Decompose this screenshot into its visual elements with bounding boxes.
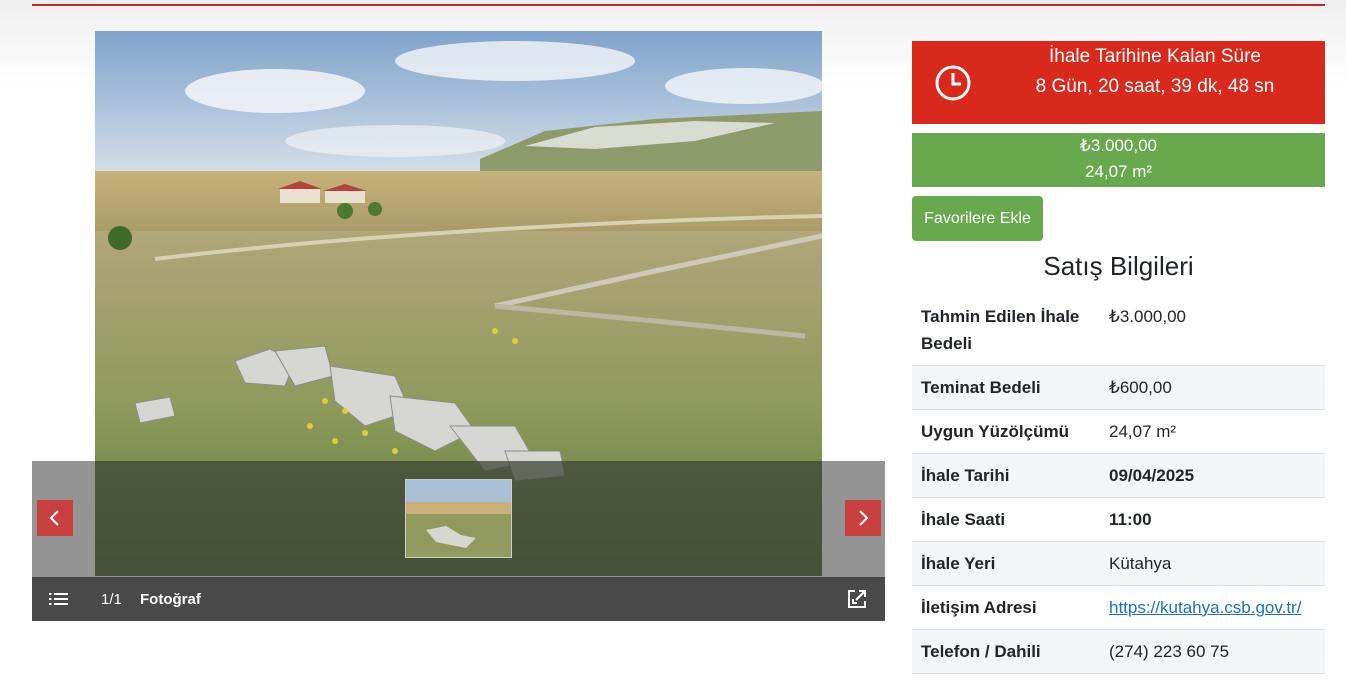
- expand-icon[interactable]: [847, 589, 867, 609]
- row-label: İhale Tarihi: [912, 453, 1100, 498]
- list-icon[interactable]: [49, 590, 69, 608]
- chevron-right-icon: [859, 510, 869, 526]
- add-to-favorites-button[interactable]: Favorilere Ekle: [912, 196, 1043, 241]
- chevron-left-icon: [49, 510, 59, 526]
- row-label: İhale Yeri: [912, 541, 1100, 586]
- row-label: Telefon / Dahili: [912, 629, 1100, 674]
- table-row: İletişim Adresi https://kutahya.csb.gov.…: [912, 585, 1325, 630]
- table-row: Telefon / Dahili (274) 223 60 75: [912, 629, 1325, 674]
- row-label: Tahmin Edilen İhale Bedeli: [912, 295, 1100, 366]
- previous-photo-button[interactable]: [37, 500, 73, 536]
- row-label: Uygun Yüzölçümü: [912, 409, 1100, 454]
- table-row: İhale Tarihi 09/04/2025: [912, 453, 1325, 498]
- countdown-value: 8 Gün, 20 saat, 39 dk, 48 sn: [1035, 76, 1275, 97]
- row-value: 24,07 m²: [1100, 409, 1325, 454]
- countdown-box: İhale Tarihine Kalan Süre 8 Gün, 20 saat…: [912, 41, 1325, 124]
- price-value: ₺3.000,00: [1080, 136, 1157, 155]
- top-divider: [32, 4, 1325, 6]
- sales-info-title: Satış Bilgileri: [1043, 251, 1194, 281]
- next-photo-button[interactable]: [845, 500, 881, 536]
- photo-caption: Fotoğraf: [140, 591, 201, 608]
- row-value: (274) 223 60 75: [1100, 629, 1325, 674]
- table-row: İhale Yeri Kütahya: [912, 541, 1325, 586]
- table-row: Uygun Yüzölçümü 24,07 m²: [912, 409, 1325, 454]
- row-value: 11:00: [1100, 497, 1325, 542]
- row-value: https://kutahya.csb.gov.tr/: [1100, 585, 1325, 630]
- price-summary: ₺3.000,00 24,07 m²: [912, 133, 1325, 187]
- row-label: Teminat Bedeli: [912, 365, 1100, 410]
- countdown-title: İhale Tarihine Kalan Süre: [1049, 46, 1261, 67]
- area-value: 24,07 m²: [1084, 162, 1153, 181]
- gallery-toolbar: 1/1 Fotoğraf: [32, 577, 885, 621]
- row-value: ₺600,00: [1100, 365, 1325, 410]
- photo-gallery: 1/1 Fotoğraf: [32, 31, 885, 621]
- photo-counter: 1/1: [101, 591, 122, 608]
- table-row: İhale Saati 11:00: [912, 497, 1325, 542]
- row-value: ₺3.000,00: [1100, 295, 1325, 366]
- sales-info-table: Tahmin Edilen İhale Bedeli ₺3.000,00 Tem…: [912, 295, 1325, 674]
- table-row: Tahmin Edilen İhale Bedeli ₺3.000,00: [912, 295, 1325, 366]
- row-label: İhale Saati: [912, 497, 1100, 542]
- table-row: Teminat Bedeli ₺600,00: [912, 365, 1325, 410]
- photo-thumbnail[interactable]: [405, 479, 512, 558]
- row-value: Kütahya: [1100, 541, 1325, 586]
- row-label: İletişim Adresi: [912, 585, 1100, 630]
- row-value: 09/04/2025: [1100, 453, 1325, 498]
- contact-address-link[interactable]: https://kutahya.csb.gov.tr/: [1109, 598, 1301, 617]
